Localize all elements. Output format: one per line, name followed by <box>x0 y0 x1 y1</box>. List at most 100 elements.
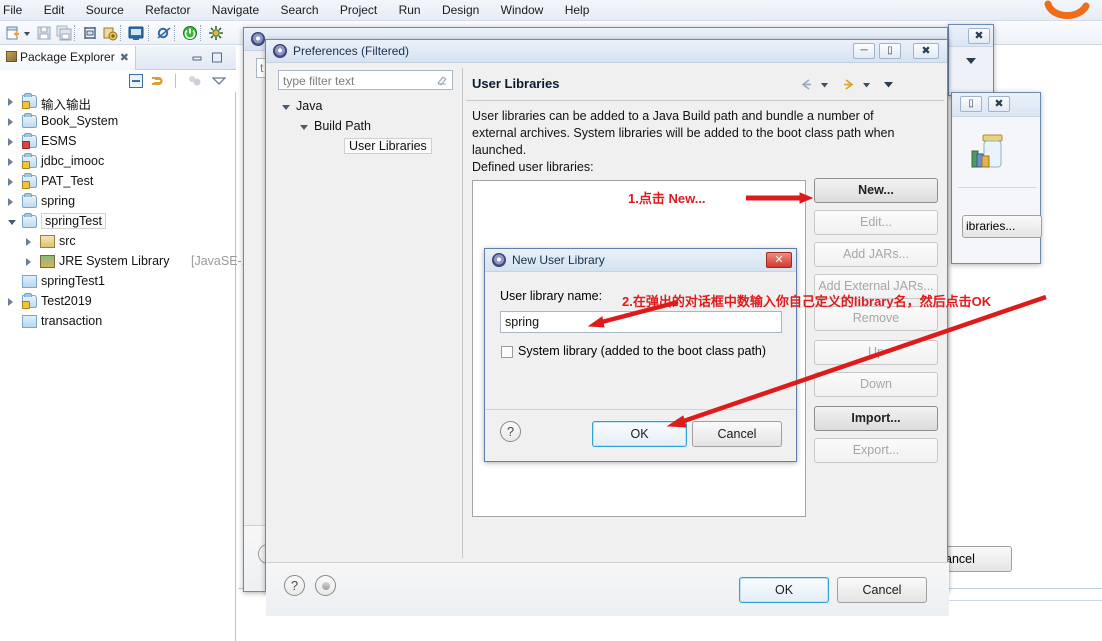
project-folder-icon <box>22 213 37 228</box>
forward-arrow-icon[interactable] <box>841 78 856 91</box>
apply-icon[interactable] <box>315 575 336 596</box>
expand-twisty-icon[interactable] <box>8 118 13 126</box>
menu-item-file[interactable]: File <box>0 0 31 20</box>
page-menu-icon[interactable] <box>882 78 895 91</box>
prefs-tree-item-build-path[interactable]: Build Path <box>278 117 453 137</box>
toolbar-separator <box>174 25 175 41</box>
forward-dropdown-icon[interactable] <box>861 78 872 91</box>
tree-item-spring[interactable]: spring <box>0 192 236 212</box>
question-mark-icon[interactable]: ? <box>284 575 305 596</box>
project-folder-icon <box>22 193 37 208</box>
preferences-cancel-button[interactable]: Cancel <box>837 577 927 603</box>
menu-item-window[interactable]: Window <box>492 0 553 20</box>
save-all-icon[interactable] <box>56 25 72 41</box>
prefs-tree-item-java[interactable]: Java <box>278 97 453 117</box>
expand-twisty-icon[interactable] <box>8 298 13 306</box>
build-icon[interactable] <box>82 25 98 41</box>
collapse-twisty-icon[interactable] <box>282 105 290 110</box>
button-edit: Edit... <box>814 210 938 235</box>
back-arrow-icon[interactable] <box>799 78 814 91</box>
collapse-twisty-icon[interactable] <box>300 125 308 130</box>
eraser-icon[interactable] <box>436 74 448 86</box>
tree-item-jdbc-imooc[interactable]: jdbc_imooc <box>0 152 236 172</box>
preferences-title-bar: Preferences (Filtered) ─ ▯ ✖ <box>266 40 947 63</box>
user-library-name-input[interactable]: spring <box>500 311 782 333</box>
menu-item-navigate[interactable]: Navigate <box>203 0 268 20</box>
menu-item-help[interactable]: Help <box>556 0 599 20</box>
expand-twisty-icon[interactable] <box>8 158 13 166</box>
menu-item-search[interactable]: Search <box>272 0 328 20</box>
close-icon[interactable]: ✖ <box>913 43 939 59</box>
system-library-checkbox[interactable] <box>501 346 513 358</box>
prefs-tree-item-user-libraries[interactable]: User Libraries <box>278 137 453 157</box>
restore-icon[interactable]: ▯ <box>960 96 982 112</box>
dropdown-arrow-icon[interactable] <box>22 25 32 41</box>
maximize-icon[interactable] <box>210 51 224 64</box>
expand-twisty-icon[interactable] <box>8 98 13 106</box>
tree-item-springtest1[interactable]: springTest1 <box>0 272 236 292</box>
project-folder-warning-icon <box>22 293 37 309</box>
tree-item-pat-test[interactable]: PAT_Test <box>0 172 236 192</box>
menu-item-edit[interactable]: Edit <box>35 0 74 20</box>
tree-item-label: Test2019 <box>41 294 92 308</box>
minimize-icon[interactable]: ─ <box>853 43 875 59</box>
menu-item-design[interactable]: Design <box>433 0 488 20</box>
menu-item-project[interactable]: Project <box>331 0 386 20</box>
save-icon[interactable] <box>36 25 52 41</box>
new-user-library-cancel-button[interactable]: Cancel <box>692 421 782 447</box>
new-user-library-ok-button[interactable]: OK <box>592 421 687 447</box>
minimize-icon[interactable] <box>190 51 204 64</box>
background-cancel-button-peek[interactable]: ancel <box>940 546 1012 572</box>
dropdown-arrow-icon[interactable] <box>963 55 979 67</box>
tree-item-springtest[interactable]: springTest <box>0 212 236 232</box>
collapse-all-icon[interactable] <box>128 73 144 89</box>
focus-on-active-task-icon[interactable] <box>186 73 202 89</box>
link-with-editor-icon[interactable] <box>150 73 166 89</box>
expand-twisty-icon[interactable] <box>26 258 31 266</box>
close-icon[interactable]: ✖ <box>968 28 990 44</box>
menu-item-run[interactable]: Run <box>390 0 430 20</box>
user-libraries-button-column: New... Edit... Add JARs... Add External JAR… <box>814 178 938 470</box>
preferences-filter-input[interactable]: type filter text <box>278 70 453 90</box>
expand-twisty-icon[interactable] <box>8 138 13 146</box>
button-new[interactable]: New... <box>814 178 938 203</box>
skip-breakpoints-icon[interactable] <box>156 25 172 41</box>
run-icon[interactable] <box>128 25 144 41</box>
view-menu-icon[interactable] <box>212 76 226 86</box>
close-icon[interactable]: ✕ <box>766 252 792 268</box>
menu-item-refactor[interactable]: Refactor <box>136 0 199 20</box>
expand-twisty-icon[interactable] <box>8 178 13 186</box>
terminate-icon[interactable] <box>182 25 198 41</box>
back-dropdown-icon[interactable] <box>819 78 830 91</box>
close-icon[interactable]: ✖ <box>120 52 129 64</box>
tree-item-label: src <box>59 234 76 248</box>
tree-item-src[interactable]: src <box>0 232 236 252</box>
close-icon[interactable]: ✖ <box>988 96 1010 112</box>
tree-item-label: Book_System <box>41 114 119 128</box>
tree-item-label: jdbc_imooc <box>41 154 105 168</box>
expand-twisty-icon[interactable] <box>8 198 13 206</box>
toolbar-separator <box>200 25 201 41</box>
project-folder-warning-icon <box>22 93 37 109</box>
tree-item-jre-system-library[interactable]: JRE System Library [JavaSE-1.8 <box>0 252 259 272</box>
tree-item-[interactable]: 输入输出 <box>0 92 236 112</box>
tab-package-explorer[interactable]: Package Explorer ✖ <box>0 46 136 70</box>
libraries-button-peek[interactable]: ibraries... <box>962 215 1042 238</box>
new-user-library-dialog: New User Library ✕ User library name: sp… <box>484 248 797 462</box>
tree-item-book-system[interactable]: Book_System <box>0 112 236 132</box>
button-down: Down <box>814 372 938 397</box>
collapse-twisty-icon[interactable] <box>8 220 16 225</box>
question-mark-icon[interactable]: ? <box>500 421 521 442</box>
debug-icon[interactable] <box>102 25 118 41</box>
tree-item-transaction[interactable]: transaction <box>0 312 236 332</box>
button-import[interactable]: Import... <box>814 406 938 431</box>
maximize-icon[interactable]: ▯ <box>879 43 901 59</box>
tree-item-esms[interactable]: ESMS <box>0 132 236 152</box>
menu-item-source[interactable]: Source <box>77 0 133 20</box>
preferences-ok-button[interactable]: OK <box>739 577 829 603</box>
new-wizard-icon[interactable] <box>5 25 21 41</box>
external-tools-icon[interactable] <box>208 25 224 41</box>
tree-item-test2019[interactable]: Test2019 <box>0 292 236 312</box>
new-user-library-title-bar: New User Library ✕ <box>485 249 796 272</box>
expand-twisty-icon[interactable] <box>26 238 31 246</box>
